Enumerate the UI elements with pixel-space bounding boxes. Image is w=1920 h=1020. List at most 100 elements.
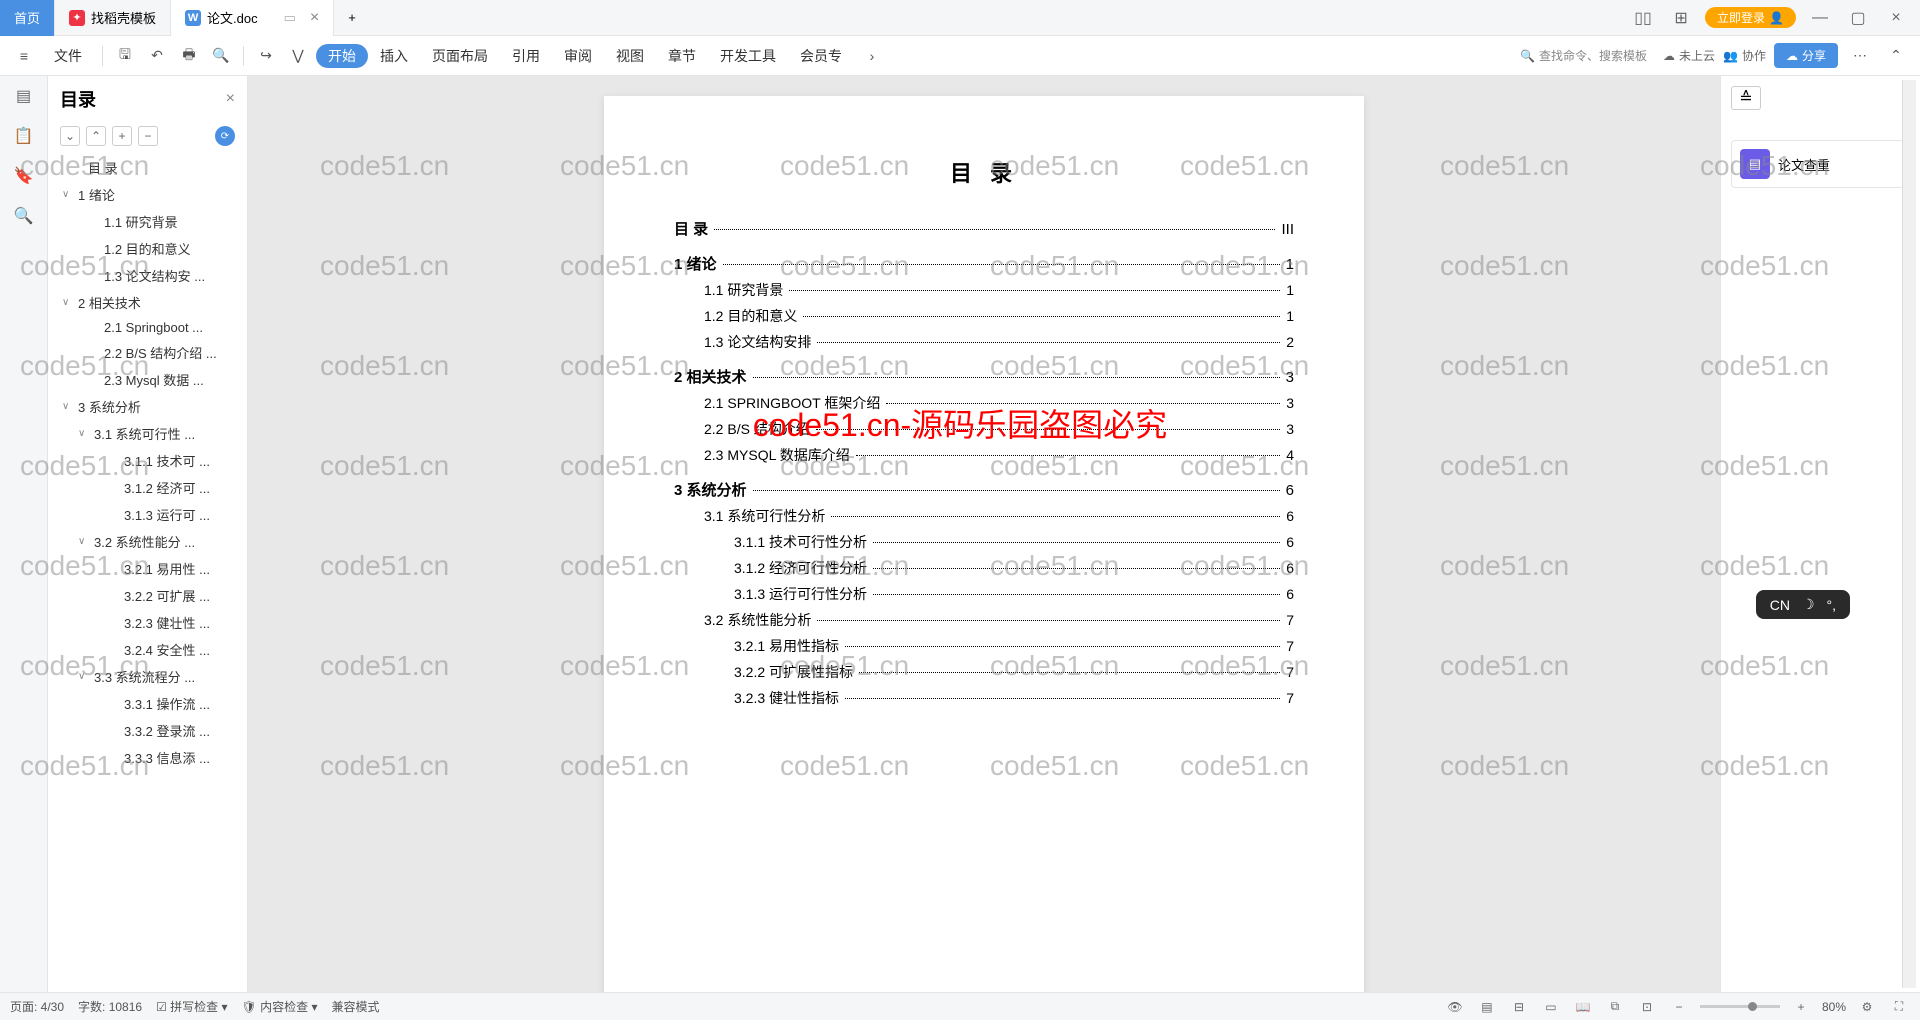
collapse-all-icon[interactable]: ⌄	[60, 126, 80, 146]
file-menu[interactable]: 文件	[42, 42, 94, 70]
menu-开始[interactable]: 开始	[316, 44, 368, 68]
menu-插入[interactable]: 插入	[368, 44, 420, 68]
eye-icon[interactable]: 👁	[1444, 996, 1466, 1018]
maximize-icon[interactable]: ▢	[1844, 4, 1872, 32]
zoom-out-icon[interactable]: −	[1668, 996, 1690, 1018]
content-check-toggle[interactable]: 🛡 内容检查 ▾	[242, 998, 318, 1015]
zoom-in-icon[interactable]: +	[1790, 996, 1812, 1018]
spell-check-toggle[interactable]: ☑ 拼写检查 ▾	[156, 998, 227, 1015]
remove-heading-icon[interactable]: −	[138, 126, 158, 146]
menu-开发工具[interactable]: 开发工具	[708, 44, 788, 68]
page-indicator[interactable]: 页面: 4/30	[10, 998, 64, 1015]
outline-item[interactable]: ∨2 相关技术	[48, 289, 247, 316]
outline-sidebar: 目录 × ⌄ ⌃ + − ⟳ 目 录∨1 绪论1.1 研究背景1.2 目的和意义…	[48, 76, 248, 992]
outline-item[interactable]: ∨3 系统分析	[48, 393, 247, 420]
outline-item-label: 3.2.4 安全性 ...	[124, 640, 210, 659]
settings-icon[interactable]: ⚙	[1856, 996, 1878, 1018]
tab-home[interactable]: 首页	[0, 0, 55, 36]
outline-item[interactable]: ∨3.2 系统性能分 ...	[48, 528, 247, 555]
overflow-icon[interactable]: ›	[858, 42, 886, 70]
outline-item[interactable]: 2.3 Mysql 数据 ...	[48, 366, 247, 393]
outline-item[interactable]: 3.3.1 操作流 ...	[48, 690, 247, 717]
zoom-level[interactable]: 80%	[1822, 1000, 1846, 1014]
outline-item[interactable]: 3.2.1 易用性 ...	[48, 555, 247, 582]
more-icon[interactable]: ⋁	[284, 42, 312, 70]
menu-审阅[interactable]: 审阅	[552, 44, 604, 68]
toc-label: 2 相关技术	[674, 366, 747, 387]
close-icon[interactable]: ×	[310, 9, 319, 27]
expand-all-icon[interactable]: ⌃	[86, 126, 106, 146]
fullscreen-icon[interactable]: ⛶	[1888, 996, 1910, 1018]
clipboard-rail-icon[interactable]: 📋	[12, 124, 36, 148]
document-area[interactable]: 目 录 目 录III1 绪论11.1 研究背景11.2 目的和意义11.3 论文…	[248, 76, 1720, 992]
menu-视图[interactable]: 视图	[604, 44, 656, 68]
share-button[interactable]: ☁分享	[1774, 43, 1838, 68]
toc-line: 2.3 MYSQL 数据库介绍4	[674, 445, 1294, 465]
add-heading-icon[interactable]: +	[112, 126, 132, 146]
plagiarism-icon: ▤	[1740, 149, 1770, 179]
outline-item[interactable]: 3.2.2 可扩展 ...	[48, 582, 247, 609]
collab-button[interactable]: 👥协作	[1723, 47, 1766, 64]
minimize-icon[interactable]: —	[1806, 4, 1834, 32]
outline-item[interactable]: ∨3.1 系统可行性 ...	[48, 420, 247, 447]
zoom-slider[interactable]	[1700, 1005, 1780, 1008]
panel-toggle-icon[interactable]: ⌃	[1882, 42, 1910, 70]
tab-new[interactable]: +	[334, 0, 370, 36]
save-icon[interactable]: 🖫	[111, 42, 139, 70]
outline-item[interactable]: ∨1 绪论	[48, 181, 247, 208]
search-rail-icon[interactable]: 🔍	[12, 204, 36, 228]
toolbar-more-icon[interactable]: ⋯	[1846, 42, 1874, 70]
menu-章节[interactable]: 章节	[656, 44, 708, 68]
layout-icon[interactable]: ▯▯	[1629, 4, 1657, 32]
login-button[interactable]: 立即登录👤	[1705, 7, 1796, 28]
outline-rail-icon[interactable]: ▤	[12, 84, 36, 108]
outline-item[interactable]: 1.2 目的和意义	[48, 235, 247, 262]
outline-item[interactable]: 目 录	[48, 154, 247, 181]
outline-item[interactable]: 3.3.2 登录流 ...	[48, 717, 247, 744]
view-split-icon[interactable]: ⧉	[1604, 996, 1626, 1018]
word-count[interactable]: 字数: 10816	[78, 998, 142, 1015]
outline-item[interactable]: 2.2 B/S 结构介绍 ...	[48, 339, 247, 366]
outline-item[interactable]: 3.3.3 信息添 ...	[48, 744, 247, 771]
panel-collapse-icon[interactable]: ≙	[1731, 86, 1761, 110]
document-page: 目 录 目 录III1 绪论11.1 研究背景11.2 目的和意义11.3 论文…	[604, 96, 1364, 992]
menu-引用[interactable]: 引用	[500, 44, 552, 68]
outline-item[interactable]: 3.1.1 技术可 ...	[48, 447, 247, 474]
view-outline-icon[interactable]: ⊟	[1508, 996, 1530, 1018]
outline-item[interactable]: 3.2.3 健壮性 ...	[48, 609, 247, 636]
outline-item[interactable]: ∨3.3 系统流程分 ...	[48, 663, 247, 690]
outline-item[interactable]: 3.2.4 安全性 ...	[48, 636, 247, 663]
bookmark-rail-icon[interactable]: 🔖	[12, 164, 36, 188]
plagiarism-check-button[interactable]: ▤ 论文查重	[1731, 140, 1910, 188]
outline-item[interactable]: 2.1 Springboot ...	[48, 316, 247, 339]
word-icon: W	[185, 10, 201, 26]
view-web-icon[interactable]: ▭	[1540, 996, 1562, 1018]
vertical-scrollbar[interactable]	[1902, 80, 1916, 988]
outline-item[interactable]: 3.1.3 运行可 ...	[48, 501, 247, 528]
ime-indicator[interactable]: CN ☽ °,	[1756, 590, 1850, 619]
menu-icon[interactable]: ≡	[10, 42, 38, 70]
menu-页面布局[interactable]: 页面布局	[420, 44, 500, 68]
zoom-fit-icon[interactable]: ⊡	[1636, 996, 1658, 1018]
command-search[interactable]: 🔍查找命令、搜索模板	[1512, 45, 1655, 66]
view-read-icon[interactable]: 📖	[1572, 996, 1594, 1018]
outline-item[interactable]: 3.1.2 经济可 ...	[48, 474, 247, 501]
redo-icon[interactable]: ↪	[252, 42, 280, 70]
menu-会员专[interactable]: 会员专	[788, 44, 854, 68]
cloud-status[interactable]: ☁未上云	[1663, 47, 1715, 64]
preview-icon[interactable]: 🔍	[207, 42, 235, 70]
sync-icon[interactable]: ⟳	[215, 126, 235, 146]
outline-item[interactable]: 1.3 论文结构安 ...	[48, 262, 247, 289]
apps-icon[interactable]: ⊞	[1667, 4, 1695, 32]
outline-item[interactable]: 1.1 研究背景	[48, 208, 247, 235]
outline-item-label: 3.2.2 可扩展 ...	[124, 586, 210, 605]
tab-templates[interactable]: ✦ 找稻壳模板	[55, 0, 171, 36]
print-icon[interactable]: 🖶	[175, 42, 203, 70]
sidebar-close-icon[interactable]: ×	[226, 90, 235, 108]
toc-label: 3.1.1 技术可行性分析	[734, 532, 867, 552]
view-page-icon[interactable]: ▤	[1476, 996, 1498, 1018]
window-close-icon[interactable]: ×	[1882, 4, 1910, 32]
tab-split-icon[interactable]: ▭	[284, 10, 296, 26]
undo-icon[interactable]: ↶	[143, 42, 171, 70]
tab-document[interactable]: W 论文.doc ▭ ×	[171, 0, 334, 36]
